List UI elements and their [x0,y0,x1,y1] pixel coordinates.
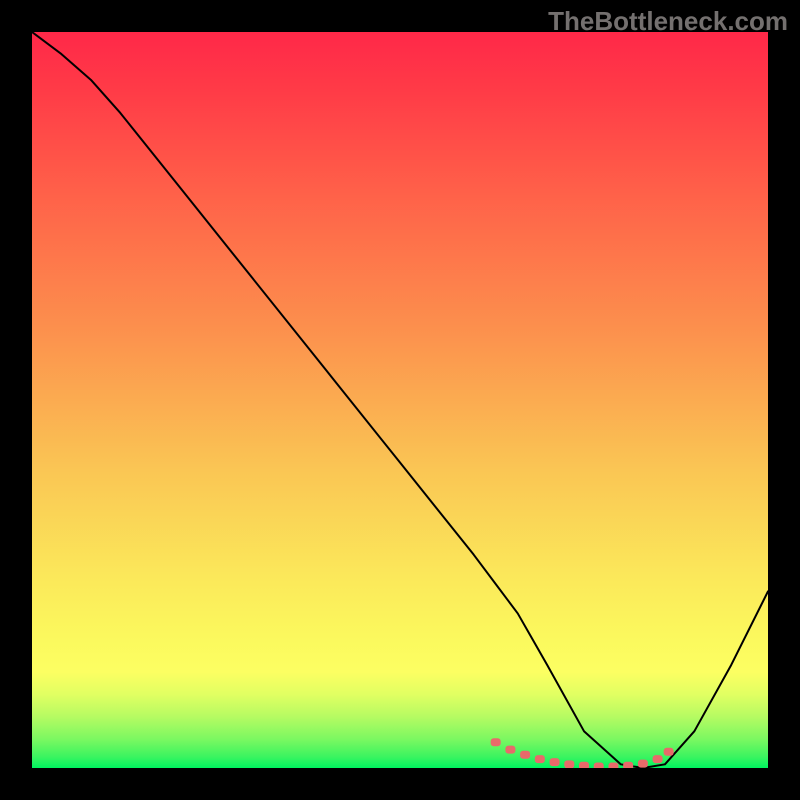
flat-marker-dot [505,746,515,754]
flat-marker-dot [664,748,674,756]
flat-region-markers [491,738,674,768]
flat-marker-dot [608,763,618,768]
flat-marker-dot [579,762,589,768]
watermark-text: TheBottleneck.com [548,6,788,37]
plot-area [32,32,768,768]
chart-container: TheBottleneck.com [0,0,800,800]
flat-marker-dot [564,760,574,768]
flat-marker-dot [594,763,604,768]
flat-marker-dot [535,755,545,763]
curve-layer [32,32,768,768]
flat-marker-dot [638,760,648,768]
bottleneck-curve [32,32,768,768]
flat-marker-dot [520,751,530,759]
flat-marker-dot [653,755,663,763]
flat-marker-dot [623,762,633,768]
flat-marker-dot [550,758,560,766]
flat-marker-dot [491,738,501,746]
